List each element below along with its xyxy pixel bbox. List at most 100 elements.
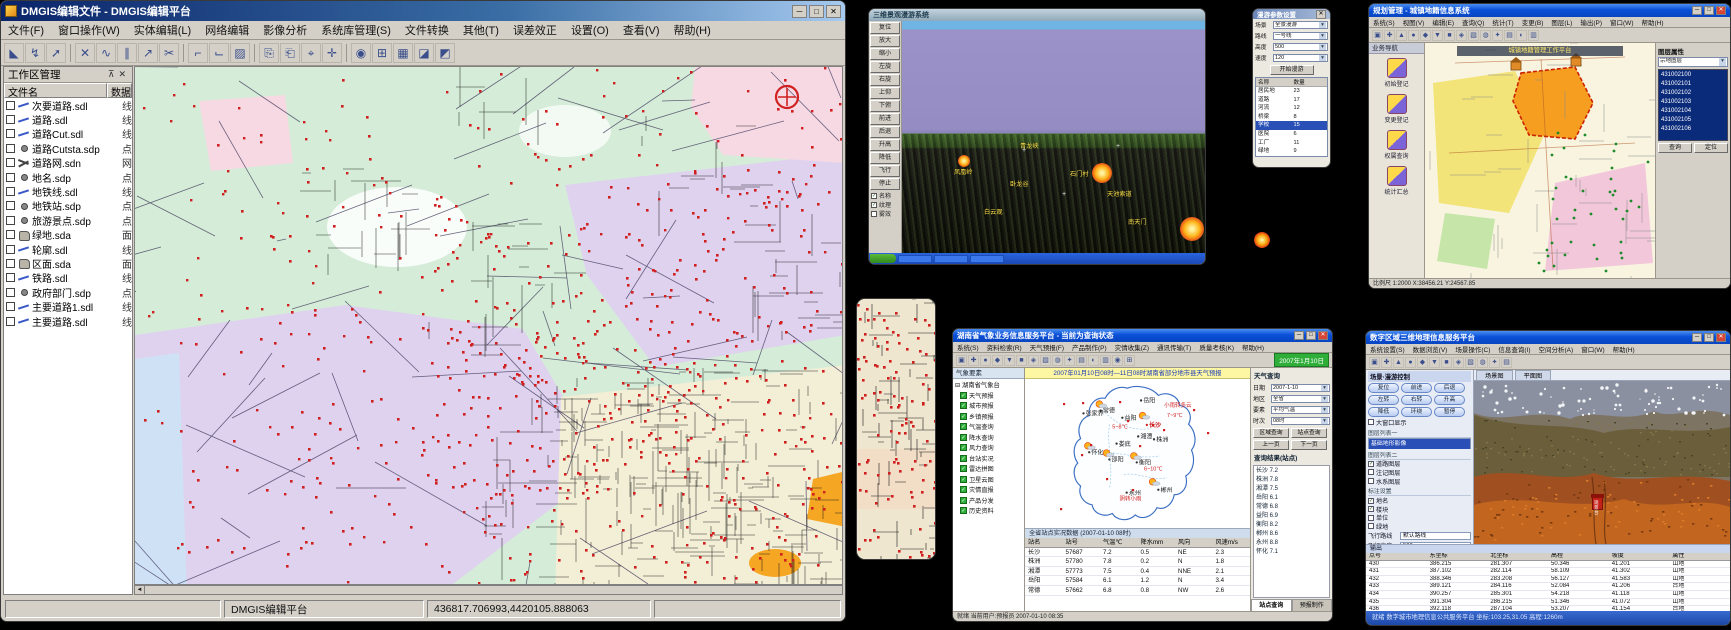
maximize-button[interactable]: □	[1704, 6, 1714, 15]
menu-item[interactable]: 设置(O)	[564, 22, 616, 38]
terrain-viewport[interactable]: 青龙峡凤凰岭卧龙谷石门村天池索道白云观南天门+++	[902, 21, 1205, 253]
building-marker[interactable]: 观景台	[1592, 497, 1603, 510]
layer-row[interactable]: 地铁线.sdl 线	[4, 184, 132, 198]
parcel-id[interactable]: 431002105	[1661, 116, 1725, 125]
layer-row[interactable]: 主要道路1.sdl 线	[4, 299, 132, 313]
menu-item[interactable]: 通讯传输(T)	[1153, 342, 1195, 352]
toolbar-icon[interactable]: ◈	[1453, 357, 1464, 368]
list-row[interactable]: 道路 17	[1256, 96, 1327, 105]
table-header-cell[interactable]: 气温℃	[1100, 538, 1138, 547]
mark-option[interactable]: 单位	[1368, 514, 1471, 523]
toolbar-icon[interactable]: ▥	[1100, 355, 1111, 366]
checkbox-icon[interactable]	[1368, 515, 1374, 521]
tree-item[interactable]: ✓ 乡镇预报	[953, 411, 1024, 422]
toolbar-icon[interactable]: ▲	[1396, 30, 1407, 41]
nav-button[interactable]: 缩小	[870, 48, 900, 60]
nav-button[interactable]: 降低	[870, 152, 900, 164]
table-header-cell[interactable]: 风向	[1175, 538, 1213, 547]
result-row[interactable]: 永州 8.8	[1256, 539, 1327, 548]
table-row[interactable]: 434390.257285.30154.21841.118山地	[1366, 591, 1730, 599]
task-button[interactable]	[898, 255, 932, 263]
scene-button[interactable]: 环绕	[1401, 407, 1432, 417]
menu-item[interactable]: 场景操作(C)	[1451, 344, 1494, 354]
tree-item[interactable]: ✓ 产品分发	[953, 495, 1024, 506]
nav-button[interactable]: 上仰	[870, 87, 900, 99]
scene-button[interactable]: 复位	[1368, 383, 1399, 393]
result-row[interactable]: 株洲 7.8	[1256, 476, 1327, 485]
toolbar-icon[interactable]: ◍	[1052, 355, 1063, 366]
toolbar-icon[interactable]: ➚	[46, 43, 66, 63]
layer-row[interactable]: 区面.sda 面	[4, 256, 132, 270]
table-row[interactable]: 431387.102282.11458.10941.302山地	[1366, 568, 1730, 576]
scene-button[interactable]: 升高	[1434, 395, 1465, 405]
nav-button[interactable]: 复位	[870, 22, 900, 34]
toolbar-icon[interactable]: ▧	[1465, 357, 1476, 368]
layer-checkbox[interactable]	[6, 302, 15, 311]
query-button[interactable]: 区域查询	[1253, 428, 1289, 438]
menu-item[interactable]: 质量考核(K)	[1195, 342, 1238, 352]
toolbar-icon[interactable]: ◐	[1516, 30, 1527, 41]
layer-checkbox[interactable]	[6, 230, 15, 239]
layer-row[interactable]: 绿地.sda 面	[4, 228, 132, 242]
toolbar-icon[interactable]: ✂	[159, 43, 179, 63]
minimize-button[interactable]: ─	[1692, 333, 1702, 342]
toolbar-icon[interactable]: ◈	[1456, 30, 1467, 41]
toolbar-icon[interactable]: ▼	[1429, 357, 1440, 368]
field-dropdown[interactable]: 一号线 ▾	[1273, 32, 1328, 40]
nav-button[interactable]: 后退	[870, 126, 900, 138]
checkbox-icon[interactable]	[871, 211, 877, 217]
nav-button[interactable]: 升高	[870, 139, 900, 151]
scene-button[interactable]: 左转	[1368, 395, 1399, 405]
toolbar-icon[interactable]: ▼	[1004, 355, 1015, 366]
toolbar-icon[interactable]: ▤	[1501, 357, 1512, 368]
menu-item[interactable]: 编辑(E)	[1428, 17, 1458, 27]
layer-checkbox[interactable]	[6, 115, 15, 124]
menu-item[interactable]: 影像分析	[256, 22, 314, 38]
list-row[interactable]: 学校 15	[1256, 121, 1327, 130]
layer-row[interactable]: 铁路.sdl 线	[4, 271, 132, 285]
toolbar-icon[interactable]: ✦	[1492, 30, 1503, 41]
minimize-button[interactable]: ─	[792, 5, 807, 18]
maximize-button[interactable]: □	[809, 5, 824, 18]
panel-tab[interactable]: 预报制作	[1292, 599, 1333, 611]
field-dropdown[interactable]: 全景漫游 ▾	[1273, 21, 1328, 29]
table-row[interactable]: 433389.121284.11652.08441.206台地	[1366, 583, 1730, 591]
menu-item[interactable]: 文件转换	[398, 22, 456, 38]
menu-item[interactable]: 窗口(W)	[1577, 344, 1608, 354]
close-button[interactable]: ✕	[826, 5, 841, 18]
menu-item[interactable]: 信息查询(I)	[1494, 344, 1534, 354]
result-row[interactable]: 长沙 7.2	[1256, 467, 1327, 476]
result-row[interactable]: 岳阳 6.1	[1256, 494, 1327, 503]
menu-item[interactable]: 窗口(W)	[1606, 17, 1637, 27]
tree-item[interactable]: ✓ 灾情直报	[953, 485, 1024, 496]
result-row[interactable]: 郴州 8.6	[1256, 530, 1327, 539]
toolbar-icon[interactable]: ▼	[1432, 30, 1443, 41]
menu-item[interactable]: 帮助(H)	[1238, 342, 1268, 352]
layer-checkbox[interactable]	[6, 101, 15, 110]
nav-item[interactable]: 权属查询	[1369, 126, 1424, 162]
layer-row[interactable]: 道路Cutsta.sdp 点	[4, 141, 132, 155]
layer-checkbox[interactable]	[6, 187, 15, 196]
toolbar-icon[interactable]: ⌐	[188, 43, 208, 63]
checkbox-icon[interactable]	[1368, 506, 1374, 512]
toolbar-icon[interactable]: ◉	[1112, 355, 1123, 366]
display-option[interactable]: 纹理	[870, 200, 900, 209]
result-row[interactable]: 怀化 7.1	[1256, 548, 1327, 557]
menu-item[interactable]: 帮助(H)	[1637, 17, 1667, 27]
horizontal-scrollbar[interactable]: ◄	[134, 585, 843, 595]
layer-row[interactable]: 道路网.sdn 网	[4, 156, 132, 170]
table-header-cell[interactable]: 点号	[1366, 553, 1427, 560]
field-dropdown[interactable]: 08时 ▾	[1271, 417, 1330, 425]
close-icon[interactable]: ✕	[1316, 10, 1326, 19]
layer-checkbox[interactable]	[6, 129, 15, 138]
column-filename[interactable]: 文件名	[4, 83, 107, 98]
menu-item[interactable]: 实体编辑(L)	[127, 22, 198, 38]
view-tab[interactable]: 场景图	[1476, 370, 1513, 380]
result-row[interactable]: 益阳 6.9	[1256, 512, 1327, 521]
toolbar-icon[interactable]: ✛	[322, 43, 342, 63]
checkbox-icon[interactable]	[1368, 461, 1374, 467]
field-dropdown[interactable]: 500 ▾	[1273, 43, 1328, 51]
mark-option[interactable]: 绿地	[1368, 522, 1471, 531]
pin-icon[interactable]: ⊼	[106, 69, 117, 80]
menu-item[interactable]: 资料检索(R)	[983, 342, 1026, 352]
